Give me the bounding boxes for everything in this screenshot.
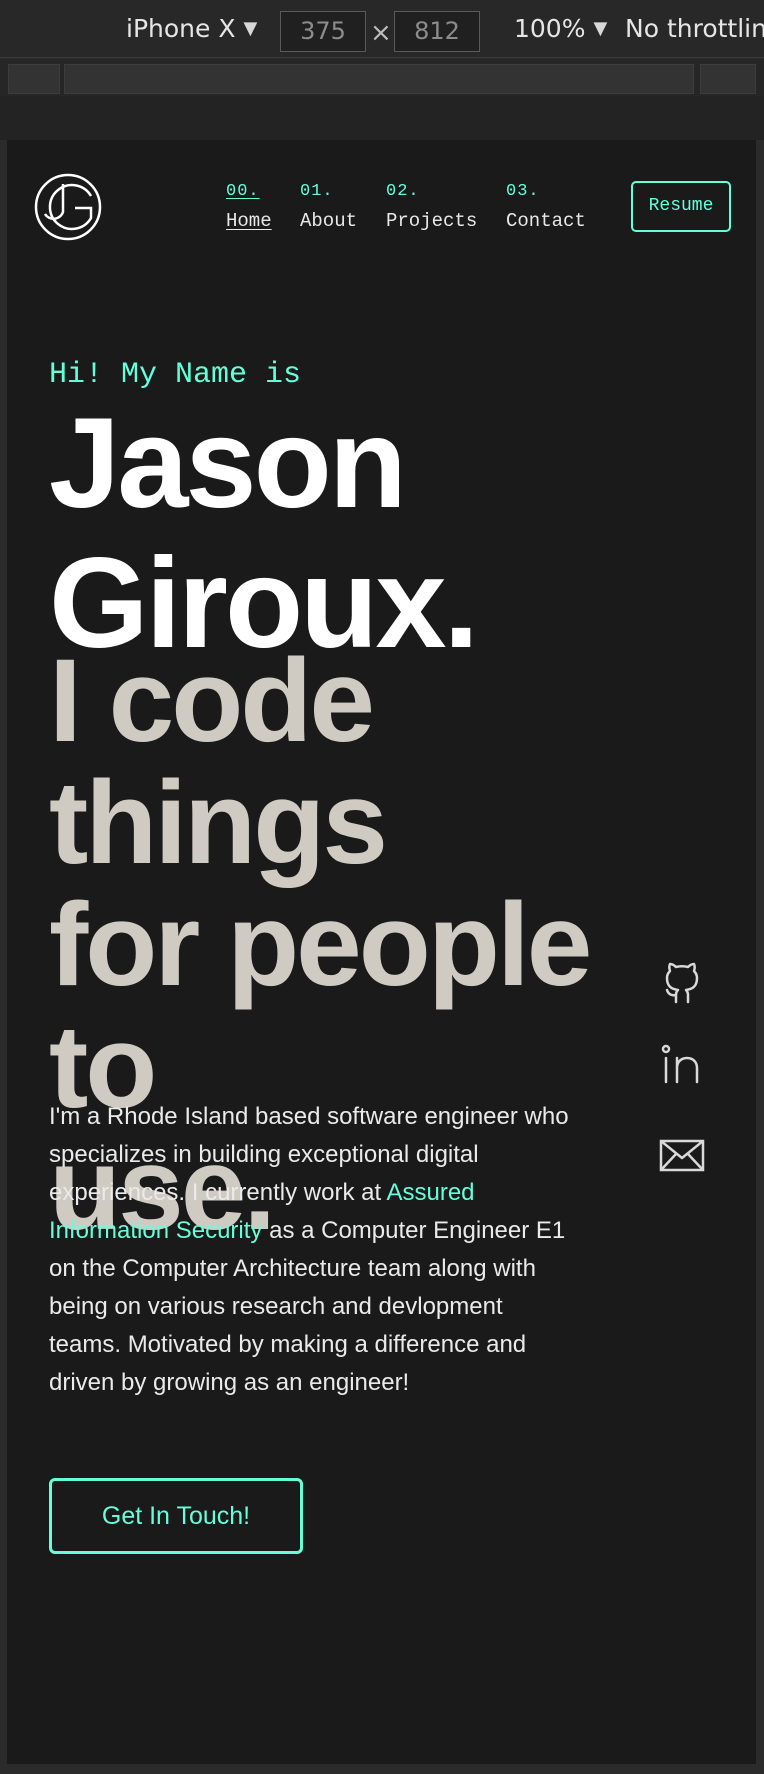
- throttling-select[interactable]: No throttling: [625, 14, 764, 43]
- hero-greeting: Hi! My Name is: [49, 358, 302, 392]
- tagline-line: I code things: [49, 635, 388, 889]
- media-query-segment[interactable]: [700, 64, 756, 94]
- jg-logo-icon[interactable]: [33, 172, 103, 242]
- device-select[interactable]: iPhone X ▼: [126, 14, 257, 43]
- width-input[interactable]: 375: [280, 11, 366, 52]
- nav-item-contact[interactable]: 03. Contact: [506, 182, 586, 232]
- media-query-bar: [0, 59, 764, 96]
- nav-label: Home: [226, 210, 272, 232]
- media-query-segment[interactable]: [64, 64, 694, 94]
- device-viewport: 00. Home 01. About 02. Projects 03. Cont…: [7, 140, 756, 1764]
- nav-item-home[interactable]: 00. Home: [226, 182, 272, 232]
- hero-bio: I'm a Rhode Island based software engine…: [49, 1098, 569, 1402]
- nav-label: Contact: [506, 210, 586, 232]
- linkedin-icon[interactable]: [657, 1040, 707, 1090]
- tagline-line: for people to: [49, 879, 592, 1133]
- nav-item-about[interactable]: 01. About: [300, 182, 357, 232]
- bio-text: I'm a Rhode Island based software engine…: [49, 1103, 569, 1206]
- viewport-margin: [0, 96, 764, 140]
- media-query-segment[interactable]: [8, 64, 60, 94]
- height-input[interactable]: 812: [394, 11, 480, 52]
- dimension-separator: ×: [370, 18, 392, 48]
- github-icon[interactable]: [657, 958, 707, 1008]
- chevron-down-icon: ▼: [593, 18, 608, 39]
- nav-item-projects[interactable]: 02. Projects: [386, 182, 477, 232]
- hero-name: Jason Giroux.: [49, 392, 479, 674]
- nav-label: Projects: [386, 210, 478, 232]
- get-in-touch-button[interactable]: Get In Touch!: [49, 1478, 303, 1554]
- mail-icon[interactable]: [657, 1130, 707, 1180]
- hero-name-line: Jason: [49, 392, 407, 535]
- zoom-select[interactable]: 100% ▼: [514, 14, 607, 43]
- devtools-toolbar: iPhone X ▼ 375 × 812 100% ▼ No throttling: [0, 0, 764, 58]
- nav-number: 02.: [386, 182, 420, 201]
- zoom-value: 100%: [514, 14, 586, 43]
- nav-number: 00.: [226, 182, 260, 201]
- nav-label: About: [300, 210, 358, 232]
- resume-button[interactable]: Resume: [631, 181, 731, 232]
- nav-number: 01.: [300, 182, 334, 201]
- chevron-down-icon: ▼: [243, 18, 258, 39]
- device-name: iPhone X: [126, 14, 236, 43]
- nav-number: 03.: [506, 182, 540, 201]
